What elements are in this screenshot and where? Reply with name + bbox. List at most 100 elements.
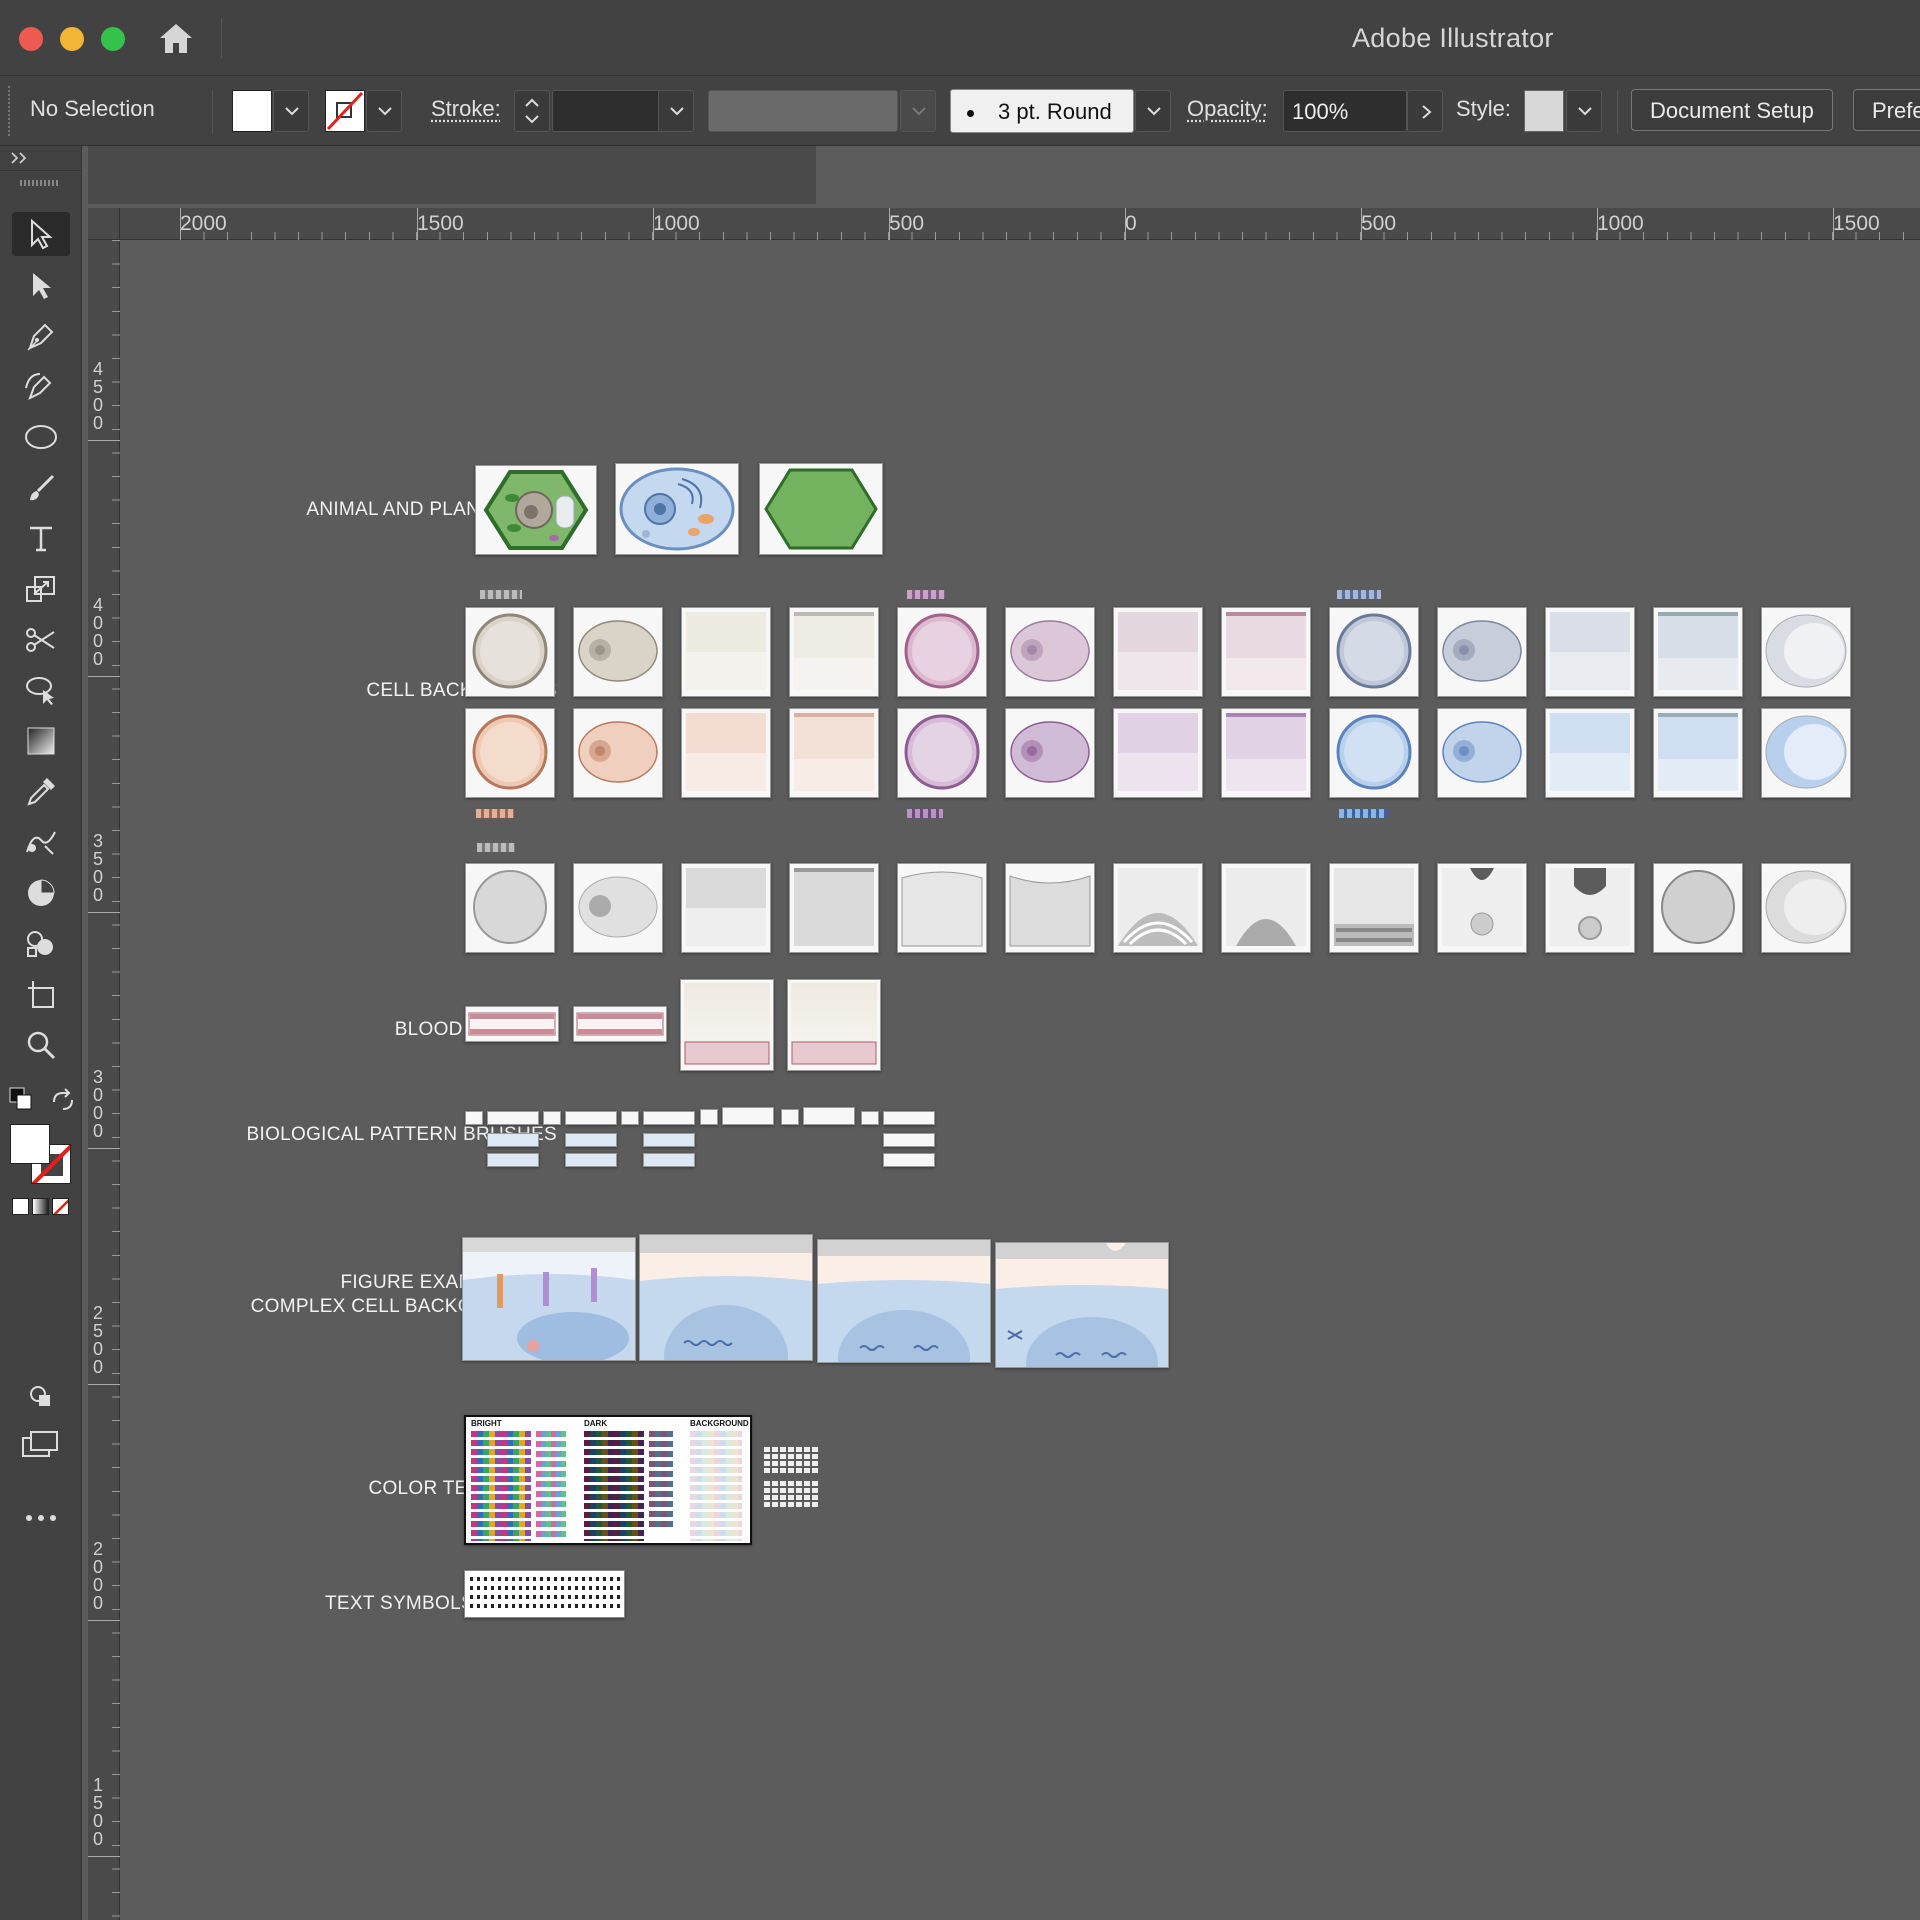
cell-background-thumbnail[interactable] <box>681 863 771 953</box>
scale-tool-icon[interactable] <box>12 567 70 611</box>
complex-cell-background-thumbnail[interactable] <box>817 1239 991 1406</box>
cell-background-thumbnail[interactable] <box>465 607 555 697</box>
stroke-weight-input[interactable] <box>552 90 662 132</box>
direct-selection-tool-icon[interactable] <box>12 263 70 307</box>
cell-background-thumbnail[interactable] <box>1329 863 1419 953</box>
cell-background-thumbnail[interactable] <box>1545 708 1635 798</box>
stroke-dropdown[interactable] <box>366 90 402 132</box>
expand-panel-icon[interactable] <box>10 152 30 164</box>
brush-swatch[interactable] <box>861 1111 879 1125</box>
cell-background-thumbnail[interactable] <box>1329 708 1419 798</box>
scissors-tool-icon[interactable] <box>12 618 70 662</box>
cell-wall-thumbnail[interactable] <box>759 463 883 555</box>
graphic-style-dropdown[interactable] <box>1566 90 1602 132</box>
cell-background-thumbnail[interactable] <box>573 607 663 697</box>
preferences-button[interactable]: Prefe <box>1853 89 1920 131</box>
document-setup-button[interactable]: Document Setup <box>1631 89 1833 131</box>
brush-swatch[interactable] <box>803 1107 855 1125</box>
close-window-button[interactable] <box>19 27 43 51</box>
brush-swatch[interactable] <box>621 1111 639 1125</box>
brush-swatch[interactable] <box>465 1111 483 1125</box>
cell-background-thumbnail[interactable] <box>1653 708 1743 798</box>
glyph-sheet[interactable] <box>464 1570 625 1618</box>
swap-fill-stroke-icon[interactable] <box>50 1088 76 1114</box>
complex-cell-background-thumbnail[interactable] <box>995 1242 1169 1409</box>
vertical-ruler[interactable]: 4500 4000 3500 3000 2500 2000 1500 <box>88 208 120 1920</box>
brush-swatch[interactable] <box>700 1109 718 1125</box>
brush-dropdown[interactable] <box>1135 90 1171 132</box>
color-template-sheet[interactable]: BRIGHT DARK BACKGROUND <box>464 1415 752 1545</box>
pie-graph-tool-icon[interactable] <box>12 871 70 915</box>
opacity-expand[interactable] <box>1407 90 1443 132</box>
cell-background-thumbnail[interactable] <box>681 607 771 697</box>
cell-background-thumbnail[interactable] <box>1653 863 1743 953</box>
stroke-label[interactable]: Stroke: <box>431 96 501 122</box>
graphic-style-swatch[interactable] <box>1524 90 1564 132</box>
cell-background-thumbnail[interactable] <box>1653 607 1743 697</box>
cell-background-thumbnail[interactable] <box>681 708 771 798</box>
gradient-icon[interactable] <box>32 1198 49 1215</box>
blood-vessel-background-thumbnail[interactable] <box>680 979 774 1071</box>
cell-background-thumbnail[interactable] <box>1221 863 1311 953</box>
eyedropper-tool-icon[interactable] <box>12 770 70 814</box>
brush-swatch[interactable] <box>643 1111 695 1125</box>
cell-background-thumbnail[interactable] <box>1761 863 1851 953</box>
ruler-origin[interactable] <box>88 208 120 240</box>
none-icon[interactable] <box>52 1198 69 1215</box>
variable-width-dropdown[interactable] <box>900 90 936 132</box>
opacity-input[interactable]: 100% <box>1283 90 1407 132</box>
brush-swatch[interactable] <box>565 1153 617 1167</box>
stroke-swatch[interactable] <box>325 90 365 132</box>
cell-background-thumbnail[interactable] <box>1761 708 1851 798</box>
plant-cell-thumbnail[interactable] <box>475 465 597 555</box>
pattern-brushes-group[interactable] <box>463 1089 943 1167</box>
horizontal-ruler[interactable]: 2000 1500 1000 500 0 500 1000 1500 <box>88 208 1920 240</box>
cell-background-thumbnail[interactable] <box>1221 607 1311 697</box>
cell-background-thumbnail[interactable] <box>897 708 987 798</box>
home-icon[interactable] <box>156 20 196 56</box>
type-tool-icon[interactable] <box>12 516 70 560</box>
brush-swatch[interactable] <box>487 1111 539 1125</box>
artboard-tool-icon[interactable] <box>12 972 70 1016</box>
cell-background-thumbnail[interactable] <box>1221 708 1311 798</box>
gradient-tool-icon[interactable] <box>12 719 70 763</box>
cell-background-thumbnail[interactable] <box>465 863 555 953</box>
cell-background-thumbnail[interactable] <box>1437 607 1527 697</box>
cell-background-thumbnail[interactable] <box>465 708 555 798</box>
brush-definition[interactable]: 3 pt. Round <box>950 89 1134 133</box>
brush-swatch[interactable] <box>883 1133 935 1147</box>
selection-tool-icon[interactable] <box>12 212 70 256</box>
cell-background-thumbnail[interactable] <box>573 708 663 798</box>
brush-swatch[interactable] <box>487 1153 539 1167</box>
default-fill-stroke-icon[interactable] <box>8 1086 38 1112</box>
cell-background-thumbnail[interactable] <box>1545 863 1635 953</box>
blend-tool-icon[interactable] <box>12 820 70 864</box>
pen-tool-icon[interactable] <box>12 314 70 358</box>
figure-example-thumbnail[interactable] <box>462 1237 636 1364</box>
variable-width-profile[interactable] <box>708 90 898 132</box>
cell-background-thumbnail[interactable] <box>1113 863 1203 953</box>
blood-vessel-thumbnail[interactable] <box>465 1006 559 1042</box>
panel-grip[interactable] <box>20 180 60 186</box>
animal-cell-thumbnail[interactable] <box>615 463 739 555</box>
brush-swatch[interactable] <box>565 1133 617 1147</box>
cell-background-thumbnail[interactable] <box>1005 607 1095 697</box>
color-mode-buttons[interactable] <box>12 1198 70 1216</box>
paintbrush-tool-icon[interactable] <box>12 466 70 510</box>
brush-swatch[interactable] <box>643 1133 695 1147</box>
cell-background-thumbnail[interactable] <box>789 708 879 798</box>
fill-dropdown[interactable] <box>273 90 309 132</box>
brush-swatch[interactable] <box>883 1111 935 1125</box>
cell-background-thumbnail[interactable] <box>573 863 663 953</box>
cell-background-thumbnail[interactable] <box>1113 708 1203 798</box>
fill-color-box[interactable] <box>10 1124 50 1164</box>
brush-swatch[interactable] <box>565 1111 617 1125</box>
fill-swatch[interactable] <box>232 90 272 132</box>
screen-mode-icon[interactable] <box>21 1430 61 1460</box>
curvature-tool-icon[interactable] <box>12 364 70 408</box>
cell-background-thumbnail[interactable] <box>1437 863 1527 953</box>
ellipse-tool-icon[interactable] <box>12 415 70 459</box>
cell-background-thumbnail[interactable] <box>897 863 987 953</box>
cell-background-thumbnail[interactable] <box>1761 607 1851 697</box>
color-grid-small[interactable] <box>764 1447 820 1473</box>
